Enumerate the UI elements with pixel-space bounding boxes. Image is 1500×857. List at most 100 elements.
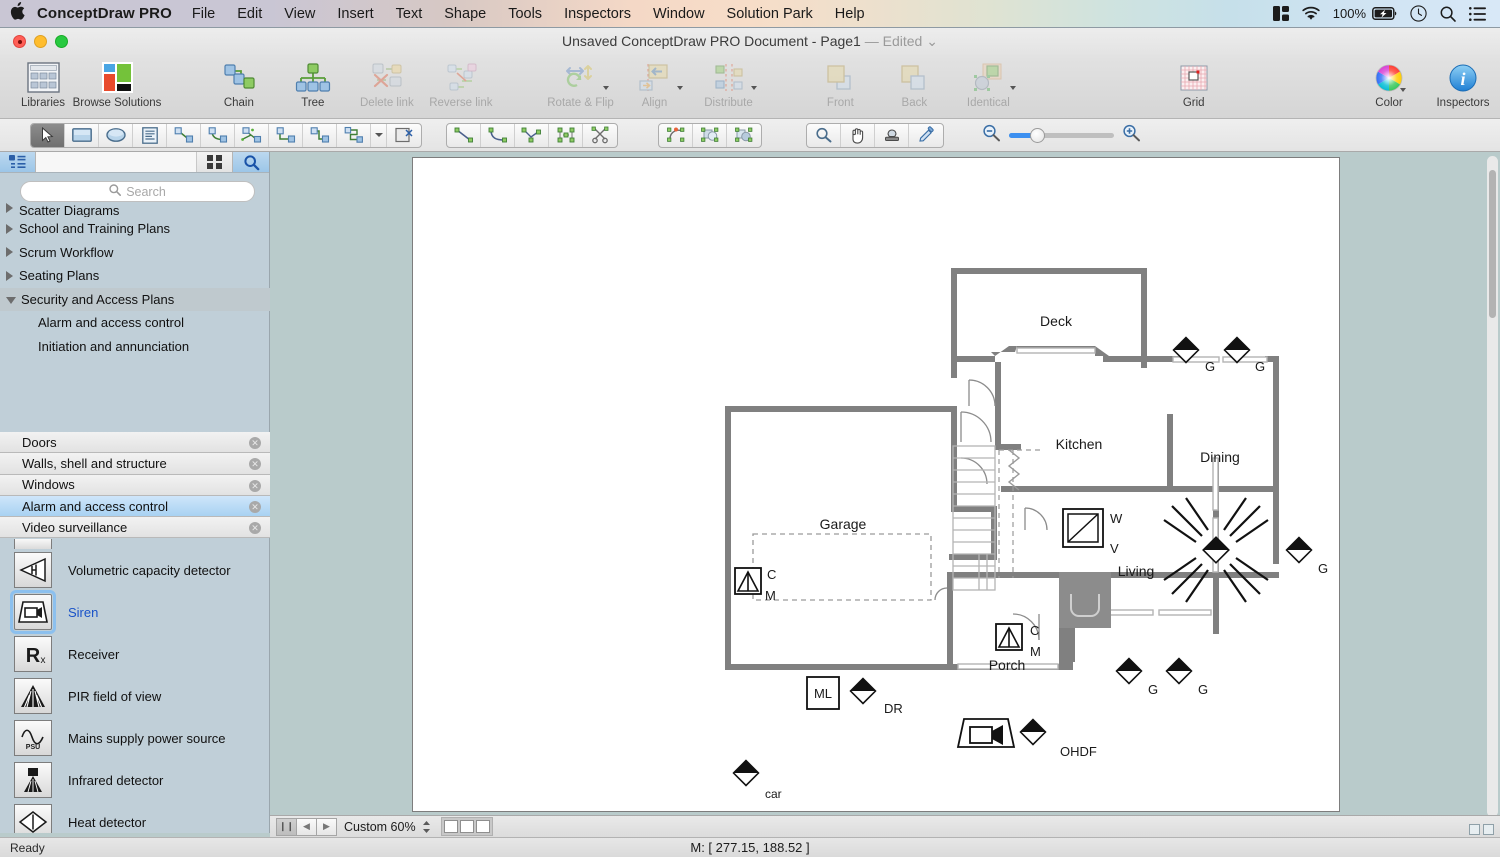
menu-tools[interactable]: Tools xyxy=(497,6,553,22)
s-connector-icon[interactable] xyxy=(303,123,337,147)
maximize-window-button[interactable] xyxy=(55,35,68,48)
chain-button[interactable]: Chain xyxy=(202,55,276,117)
text-tool-icon[interactable] xyxy=(133,123,167,147)
eyedropper-icon[interactable] xyxy=(909,124,943,147)
rectangle-tool-icon[interactable] xyxy=(65,123,99,147)
library-tab-windows[interactable]: Windows ✕ xyxy=(0,474,270,496)
rotate-flip-button[interactable]: Rotate & Flip xyxy=(544,55,618,117)
color-caret-icon[interactable] xyxy=(1400,88,1407,92)
battery-icon[interactable] xyxy=(1372,7,1397,20)
tree-view-icon[interactable] xyxy=(0,152,36,172)
line-tool-icon[interactable] xyxy=(447,123,481,147)
tree-item-initiation-and-annunciation[interactable]: Initiation and annunciation xyxy=(0,335,270,359)
delete-link-button[interactable]: Delete link xyxy=(350,55,424,117)
zoom-slider[interactable] xyxy=(1009,127,1114,143)
next-page-button[interactable]: ▶ xyxy=(316,817,337,836)
shape-item-receiver[interactable]: Rx Receiver xyxy=(0,633,270,675)
clock-icon[interactable] xyxy=(1410,5,1427,22)
shape-item-volumetric-capacity-detector[interactable]: Volumetric capacity detector xyxy=(0,549,270,591)
tree-item-alarm-and-access-control[interactable]: Alarm and access control xyxy=(0,311,270,335)
browse-solutions-button[interactable]: Browse Solutions xyxy=(73,55,161,117)
scrollbar-thumb[interactable] xyxy=(1489,170,1496,318)
menu-view[interactable]: View xyxy=(273,6,326,22)
menubar-app-name[interactable]: ConceptDraw PRO xyxy=(34,5,181,22)
zoom-slider-knob[interactable] xyxy=(1030,127,1045,143)
node-edit-icon[interactable] xyxy=(549,123,583,147)
canvas-vertical-scrollbar[interactable] xyxy=(1487,156,1498,817)
tree-item-scatter-diagrams[interactable]: Scatter Diagrams xyxy=(0,203,270,217)
title-dropdown-chevron-icon[interactable]: ⌄ xyxy=(926,33,938,49)
scissors-cut-icon[interactable] xyxy=(583,124,617,147)
disclosure-triangle-icon[interactable] xyxy=(6,270,13,281)
library-tab-video-surveillance[interactable]: Video surveillance ✕ xyxy=(0,517,270,539)
menu-edit[interactable]: Edit xyxy=(226,6,273,22)
menu-solution-park[interactable]: Solution Park xyxy=(716,6,824,22)
close-icon[interactable]: ✕ xyxy=(249,500,261,513)
send-back-button[interactable]: Back xyxy=(877,55,951,117)
tree-item-video-surveillance[interactable]: Video surveillance xyxy=(0,358,270,363)
menu-window[interactable]: Window xyxy=(642,6,716,22)
identical-button[interactable]: Identical xyxy=(951,55,1025,117)
menu-inspectors[interactable]: Inspectors xyxy=(553,6,642,22)
zoom-in-icon[interactable] xyxy=(1122,124,1141,147)
subtract-shape-icon[interactable] xyxy=(693,123,727,147)
stamp-tool-icon[interactable] xyxy=(875,123,909,147)
inspectors-button[interactable]: i Inspectors xyxy=(1426,55,1500,117)
menu-text[interactable]: Text xyxy=(385,6,434,22)
arc-tool-icon[interactable] xyxy=(481,123,515,147)
tree-item-seating-plans[interactable]: Seating Plans xyxy=(0,264,270,288)
close-icon[interactable]: ✕ xyxy=(249,522,261,535)
grid-button[interactable]: Grid xyxy=(1157,55,1231,117)
shape-item-partial-top[interactable] xyxy=(0,539,270,549)
menu-shape[interactable]: Shape xyxy=(433,6,497,22)
library-path-field[interactable] xyxy=(36,152,197,172)
spotlight-search-icon[interactable] xyxy=(1440,6,1456,22)
bezier-tool-icon[interactable] xyxy=(515,123,549,147)
siren-device[interactable] xyxy=(956,718,1016,748)
control-center-icon[interactable] xyxy=(1272,6,1289,21)
align-caret-icon[interactable] xyxy=(676,86,683,90)
view-mode-3-button[interactable] xyxy=(475,820,490,833)
zoom-out-icon[interactable] xyxy=(982,124,1001,147)
rotate-flip-caret-icon[interactable] xyxy=(602,86,609,90)
view-mode-1-button[interactable] xyxy=(443,820,458,833)
close-icon[interactable]: ✕ xyxy=(249,479,261,492)
floor-plan-drawing[interactable]: Deck Kitchen Dining Living Garage Porch … xyxy=(413,158,1341,813)
library-tab-alarm-and-access-control[interactable]: Alarm and access control ✕ xyxy=(0,495,270,518)
color-button[interactable]: Color xyxy=(1352,55,1426,117)
tree-connector-icon[interactable] xyxy=(235,123,269,147)
tree-item-scrum-workflow[interactable]: Scrum Workflow xyxy=(0,241,270,265)
apple-icon[interactable] xyxy=(0,1,34,26)
zoom-tool-icon[interactable] xyxy=(807,123,841,147)
grid-view-icon[interactable] xyxy=(197,152,233,172)
notification-center-icon[interactable] xyxy=(1469,6,1486,21)
hand-pan-icon[interactable] xyxy=(841,123,875,147)
menu-file[interactable]: File xyxy=(181,6,226,22)
menu-insert[interactable]: Insert xyxy=(326,6,384,22)
menu-help[interactable]: Help xyxy=(824,6,876,22)
page-pause-button[interactable]: ❙❙ xyxy=(276,817,297,836)
shape-item-infrared-detector[interactable]: Infrared detector xyxy=(0,759,270,801)
pointer-tool-icon[interactable] xyxy=(31,123,65,147)
right-angle-connector-icon[interactable] xyxy=(269,123,303,147)
close-icon[interactable]: ✕ xyxy=(249,437,261,449)
disclosure-triangle-icon[interactable] xyxy=(6,223,13,234)
shape-item-mains-supply-power-source[interactable]: PSU Mains supply power source xyxy=(0,717,270,759)
library-tab-walls-shell-and-structure[interactable]: Walls, shell and structure ✕ xyxy=(0,453,270,475)
disclosure-triangle-icon[interactable] xyxy=(6,203,13,213)
shape-item-heat-detector[interactable]: Heat detector xyxy=(0,801,270,833)
minimize-window-button[interactable] xyxy=(34,35,47,48)
zoom-level-selector[interactable]: Custom 60% xyxy=(344,820,431,834)
bring-front-button[interactable]: Front xyxy=(803,55,877,117)
shape-item-pir-field-of-view[interactable]: PIR field of view xyxy=(0,675,270,717)
shape-item-siren[interactable]: Siren xyxy=(0,590,270,634)
search-input[interactable]: Search xyxy=(20,181,255,202)
connector-dropdown-caret-icon[interactable] xyxy=(371,123,387,147)
close-icon[interactable]: ✕ xyxy=(249,458,261,471)
view-mode-2-button[interactable] xyxy=(459,820,474,833)
distribute-caret-icon[interactable] xyxy=(750,86,757,90)
document-page[interactable]: Deck Kitchen Dining Living Garage Porch … xyxy=(412,157,1340,812)
wifi-icon[interactable] xyxy=(1302,6,1320,21)
page-view-mode-buttons[interactable] xyxy=(440,817,493,836)
align-button[interactable]: Align xyxy=(618,55,692,117)
